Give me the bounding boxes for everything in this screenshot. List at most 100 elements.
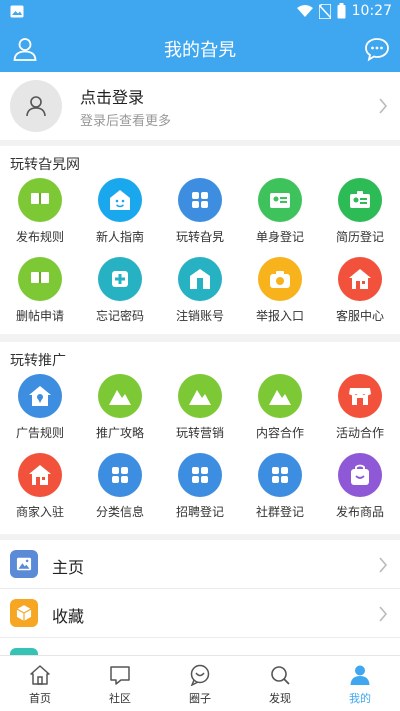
grid-item-2[interactable]: 推广攻略 [80,374,160,441]
person-icon [350,665,370,685]
no-sim-icon [318,3,331,19]
grid-item-2[interactable]: 新人指南 [80,178,160,245]
mountain-icon [98,374,142,418]
badge-icon [338,178,382,222]
grid-item-10[interactable]: 客服中心 [320,257,400,324]
grid-item-label: 社群登记 [255,505,304,519]
home-icon [338,257,382,301]
blocks-icon [178,178,222,222]
grid-item-6[interactable]: 商家入驻 [0,453,80,520]
grid-item-3[interactable]: 玩转旮旯 [160,178,240,245]
door-icon [178,257,222,301]
grid-item-label: 单身登记 [255,230,304,244]
blocks-icon [98,453,142,497]
list-item-label: 收藏 [52,607,85,626]
grid-item-9[interactable]: 社群登记 [240,453,320,520]
section-title: 玩转推广 [10,353,66,369]
section-promotion: 玩转推广 广告规则 推广攻略 玩转营销 内容合作 活动合作商家入驻 分类信息 招聘登记 社群登… [0,342,400,534]
chat-square-icon [110,666,130,685]
home-icon [18,453,62,497]
chevron-right-icon [379,606,388,622]
tab-4[interactable]: 发现 [240,656,320,711]
feature-grid: 发布规则 新人指南 玩转旮旯 单身登记 简历登记删帖申请 忘记密码 注销账号 举报入口 客服中心 [0,178,400,324]
chevron-right-icon [379,557,388,573]
grid-item-4[interactable]: 内容合作 [240,374,320,441]
grid-item-7[interactable]: 忘记密码 [80,257,160,324]
app-bar: 我的旮旯 [0,24,400,72]
gallery-notification-icon [10,5,24,18]
id-card-icon [258,178,302,222]
image-icon [10,550,38,578]
tab-2[interactable]: 社区 [80,656,160,711]
bag-smile-icon [338,453,382,497]
bottom-nav: 首页 社区 圈子 发现 我的 [0,655,400,711]
book-icon [18,257,62,301]
camera-icon [258,257,302,301]
grid-item-label: 分类信息 [95,505,144,519]
grid-item-label: 商家入驻 [15,505,64,519]
feature-grid: 广告规则 推广攻略 玩转营销 内容合作 活动合作商家入驻 分类信息 招聘登记 社群登记 发布商品 [0,374,400,520]
mountain-icon [178,374,222,418]
grid-item-label: 活动合作 [335,426,384,440]
login-title[interactable]: 点击登录 [80,84,144,108]
grid-item-label: 发布规则 [15,230,64,244]
house-smile-icon [98,178,142,222]
search-icon [271,666,290,685]
wifi-icon [296,4,313,17]
section-play-site: 玩转旮旯网 发布规则 新人指南 玩转旮旯 单身登记 简历登记删帖申请 忘记密码 注销账号 举报… [0,146,400,334]
plus-box-icon [98,257,142,301]
message-icon[interactable] [364,36,390,62]
grid-item-10[interactable]: 发布商品 [320,453,400,520]
login-card[interactable]: 点击登录 登录后查看更多 [0,72,400,140]
tab-1[interactable]: 首页 [0,656,80,711]
grid-item-label: 内容合作 [255,426,304,440]
grid-item-label: 举报入口 [255,309,304,323]
shop-icon [338,374,382,418]
grid-item-6[interactable]: 删帖申请 [0,257,80,324]
tab-5[interactable]: 我的 [320,656,400,711]
avatar[interactable] [10,80,62,132]
grid-item-3[interactable]: 玩转营销 [160,374,240,441]
grid-item-4[interactable]: 单身登记 [240,178,320,245]
mountain-icon [258,374,302,418]
battery-icon [337,3,346,19]
grid-item-label: 玩转旮旯 [175,230,224,244]
login-subtitle: 登录后查看更多 [80,114,172,129]
grid-item-8[interactable]: 注销账号 [160,257,240,324]
status-time: 10:27 [351,3,392,19]
grid-item-7[interactable]: 分类信息 [80,453,160,520]
grid-item-label: 广告规则 [15,426,64,440]
tab-3[interactable]: 圈子 [160,656,240,711]
tab-label: 我的 [349,692,371,705]
grid-item-label: 玩转营销 [175,426,224,440]
grid-item-9[interactable]: 举报入口 [240,257,320,324]
cube-icon [10,599,38,627]
grid-item-5[interactable]: 活动合作 [320,374,400,441]
grid-item-5[interactable]: 简历登记 [320,178,400,245]
default-avatar-icon [26,96,46,117]
chevron-right-icon [379,98,388,114]
grid-item-label: 推广攻略 [95,426,144,440]
blocks-icon [178,453,222,497]
book-icon [18,178,62,222]
section-title: 玩转旮旯网 [10,157,80,173]
tab-label: 圈子 [189,692,211,705]
grid-item-label: 招聘登记 [175,505,224,519]
status-bar: 10:27 [0,0,400,24]
blocks-icon [258,453,302,497]
grid-item-8[interactable]: 招聘登记 [160,453,240,520]
list-item-1[interactable]: 主页 [0,540,400,589]
home-pin-icon [18,374,62,418]
tab-label: 首页 [29,692,51,705]
grid-item-label: 简历登记 [335,230,384,244]
list-item-2[interactable]: 收藏 [0,589,400,638]
page-title: 我的旮旯 [164,40,236,61]
tab-label: 社区 [109,692,131,705]
grid-item-label: 注销账号 [175,309,224,323]
tab-label: 发现 [269,692,291,705]
grid-item-1[interactable]: 发布规则 [0,178,80,245]
grid-item-label: 忘记密码 [95,309,144,323]
grid-item-label: 删帖申请 [15,309,64,323]
grid-item-label: 发布商品 [335,505,384,519]
grid-item-1[interactable]: 广告规则 [0,374,80,441]
